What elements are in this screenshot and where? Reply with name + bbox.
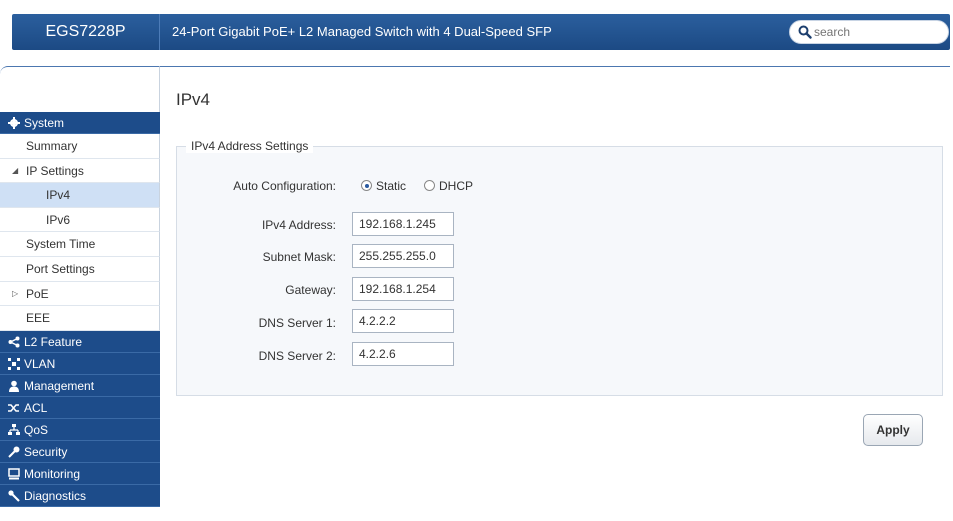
sidebar-item-label: IP Settings xyxy=(26,163,84,178)
sidebar-section-label: Security xyxy=(24,444,68,459)
auto-config-label: Auto Configuration: xyxy=(233,179,336,193)
sidebar-section-label: L2 Feature xyxy=(24,334,83,349)
sidebar-section-vlan[interactable]: VLAN xyxy=(0,352,160,375)
dns-server-2-label: DNS Server 2: xyxy=(258,349,336,363)
key-icon xyxy=(8,446,20,458)
sidebar-section-label: Diagnostics xyxy=(24,488,87,503)
page-title: IPv4 xyxy=(176,90,211,109)
dns-server-1-input[interactable] xyxy=(352,309,454,333)
dns-server-2-input[interactable] xyxy=(352,342,454,366)
radio-dhcp-button[interactable] xyxy=(424,180,435,191)
collapsed-arrow-icon: ▷ xyxy=(12,288,19,298)
radio-static-button[interactable] xyxy=(361,180,372,191)
sidebar-item-label: PoE xyxy=(26,286,49,301)
model-name: EGS7228P xyxy=(12,14,160,50)
search-box[interactable] xyxy=(789,20,949,44)
gateway-input[interactable] xyxy=(352,277,454,301)
sidebar-section-label: System xyxy=(24,116,65,130)
radio-dhcp[interactable]: DHCP xyxy=(424,179,473,193)
sitemap-icon xyxy=(8,423,20,435)
sidebar-section-label: Management xyxy=(24,378,95,393)
expanded-arrow-icon: ◢ xyxy=(12,165,19,175)
sidebar-item-ip-settings[interactable]: ◢ IP Settings xyxy=(0,158,160,184)
subnet-mask-label: Subnet Mask: xyxy=(262,250,336,264)
sidebar: System Summary ◢ IP Settings IPv4 IPv6 S… xyxy=(0,112,160,507)
sidebar-section-qos[interactable]: QoS xyxy=(0,418,160,441)
monitor-icon xyxy=(8,468,20,480)
wrench-icon xyxy=(8,490,20,502)
sidebar-section-system[interactable]: System xyxy=(0,112,160,134)
sidebar-header-space xyxy=(0,66,160,112)
ipv4-address-input[interactable] xyxy=(352,212,454,236)
shuffle-icon xyxy=(8,404,19,412)
sidebar-section-label: Monitoring xyxy=(24,466,81,481)
sidebar-item-eee[interactable]: EEE xyxy=(0,306,160,331)
share-icon xyxy=(8,336,20,348)
sidebar-item-ipv4[interactable]: IPv4 xyxy=(0,183,160,208)
sidebar-section-diagnostics[interactable]: Diagnostics xyxy=(0,484,160,507)
header: EGS7228P 24-Port Gigabit PoE+ L2 Managed… xyxy=(0,0,953,66)
gateway-label: Gateway: xyxy=(285,283,336,297)
sidebar-section-label: ACL xyxy=(24,400,48,415)
sidebar-item-port-settings[interactable]: Port Settings xyxy=(0,256,160,282)
ipv4-address-label: IPv4 Address: xyxy=(261,218,336,232)
sidebar-section-label: VLAN xyxy=(24,356,56,371)
sidebar-item-summary[interactable]: Summary xyxy=(0,134,160,159)
subnet-mask-input[interactable] xyxy=(352,244,454,268)
content-divider xyxy=(160,66,950,67)
panel-legend: IPv4 Address Settings xyxy=(186,139,314,153)
sidebar-section-acl[interactable]: ACL xyxy=(0,396,160,419)
sidebar-section-label: QoS xyxy=(24,422,49,437)
gear-icon xyxy=(8,117,20,129)
user-icon xyxy=(9,380,19,392)
device-description: 24-Port Gigabit PoE+ L2 Managed Switch w… xyxy=(172,24,552,39)
apply-button[interactable]: Apply xyxy=(863,414,923,446)
header-bar: EGS7228P 24-Port Gigabit PoE+ L2 Managed… xyxy=(12,14,950,50)
sidebar-section-monitoring[interactable]: Monitoring xyxy=(0,462,160,485)
sidebar-section-management[interactable]: Management xyxy=(0,374,160,397)
radio-dhcp-label: DHCP xyxy=(439,179,474,193)
sidebar-section-l2-feature[interactable]: L2 Feature xyxy=(0,330,160,353)
sidebar-item-ipv6[interactable]: IPv6 xyxy=(0,207,160,233)
sidebar-item-poe[interactable]: ▷ PoE xyxy=(0,281,160,307)
search-icon[interactable] xyxy=(798,25,812,39)
dns-server-1-label: DNS Server 1: xyxy=(258,316,336,330)
search-input[interactable] xyxy=(814,23,940,41)
sidebar-item-system-time[interactable]: System Time xyxy=(0,232,160,257)
network-icon xyxy=(8,357,20,370)
radio-static[interactable]: Static xyxy=(361,179,406,193)
radio-static-label: Static xyxy=(376,179,407,193)
sidebar-section-security[interactable]: Security xyxy=(0,440,160,463)
